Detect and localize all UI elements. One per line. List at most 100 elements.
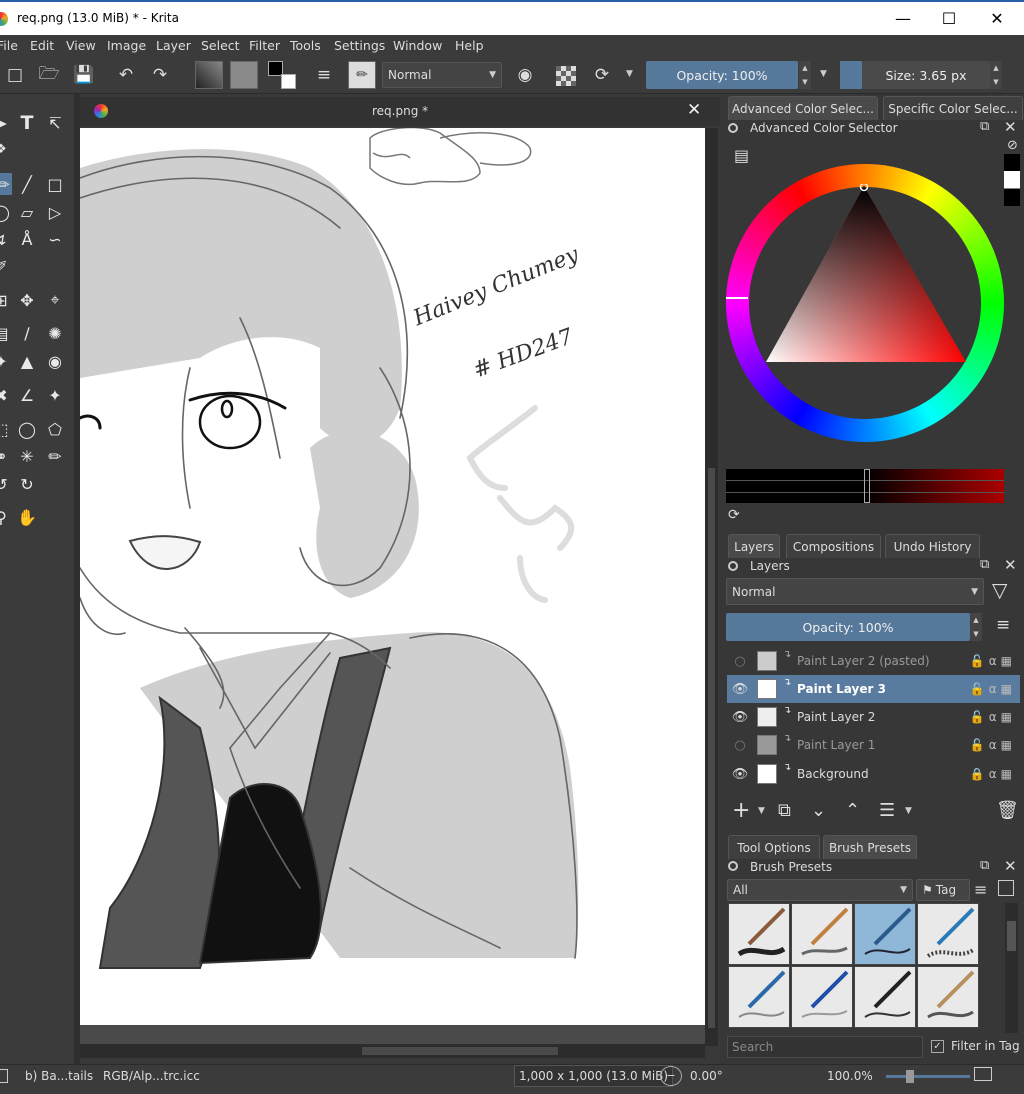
menu-image[interactable]: Image bbox=[107, 38, 146, 53]
opacity-slider[interactable]: Opacity: 100% bbox=[646, 61, 798, 89]
brush-preset-item[interactable] bbox=[917, 966, 979, 1028]
minimize-button[interactable]: — bbox=[880, 2, 926, 35]
rectangle-tool-icon[interactable]: □ bbox=[44, 173, 66, 195]
rotation-dial-icon[interactable]: − bbox=[660, 1066, 682, 1086]
layer-lock-alpha-icons[interactable]: 🔓α▦ bbox=[970, 738, 1016, 752]
horizontal-scrollbar[interactable] bbox=[80, 1044, 705, 1058]
brush-search-input[interactable]: Search bbox=[727, 1036, 923, 1058]
layer-row[interactable]: 👁 ↴ Paint Layer 2 🔓α▦ bbox=[727, 703, 1020, 731]
status-dimensions[interactable]: 1,000 x 1,000 (13.0 MiB) bbox=[514, 1065, 674, 1087]
smart-patch-icon[interactable]: ✺ bbox=[44, 322, 66, 344]
brush-preset-item[interactable] bbox=[917, 903, 979, 965]
crop-handles-icon[interactable]: ⊞ bbox=[0, 289, 12, 311]
eye-hidden-icon[interactable]: ○ bbox=[733, 654, 747, 669]
close-button[interactable]: ✕ bbox=[974, 2, 1020, 35]
float-panel-icon[interactable]: ⧉ bbox=[980, 557, 989, 572]
layer-row[interactable]: ○ ↴ Paint Layer 2 (pasted) 🔓α▦ bbox=[727, 647, 1020, 675]
brush-grid-scroll-thumb[interactable] bbox=[1007, 921, 1016, 951]
open-document-icon[interactable]: 🗁 bbox=[38, 64, 60, 86]
path-tool-icon[interactable]: Å bbox=[16, 228, 38, 250]
layer-lock-alpha-icons[interactable]: 🔒α▦ bbox=[970, 767, 1016, 781]
brush-preset-item[interactable] bbox=[728, 903, 790, 965]
pattern-swatch[interactable] bbox=[230, 61, 258, 89]
contiguous-select-icon[interactable]: ✳ bbox=[16, 445, 38, 467]
brush-settings-icon[interactable] bbox=[998, 880, 1014, 896]
bezier-select-icon[interactable]: ↺ bbox=[0, 473, 12, 495]
add-layer-icon[interactable]: + bbox=[732, 798, 750, 823]
gradient-swatch[interactable] bbox=[195, 61, 223, 89]
opacity-spin-buttons[interactable]: ▲ ▼ bbox=[799, 61, 811, 89]
brush-list-view-icon[interactable]: ≡ bbox=[974, 880, 987, 899]
tab-specific-color-selector[interactable]: Specific Color Selec... bbox=[883, 96, 1023, 120]
brush-preset-item[interactable] bbox=[854, 966, 916, 1028]
layer-row[interactable]: ○ ↴ Paint Layer 1 🔓α▦ bbox=[727, 731, 1020, 759]
move-layer-down-icon[interactable]: ⌄ bbox=[811, 800, 826, 821]
vertical-scrollbar[interactable] bbox=[705, 128, 718, 1046]
eye-visible-icon[interactable]: 👁 bbox=[732, 710, 749, 725]
assistant-icon[interactable]: ✖ bbox=[0, 384, 12, 406]
float-panel-icon[interactable]: ⧉ bbox=[980, 119, 989, 134]
polygon-select-icon[interactable]: ⬠ bbox=[44, 418, 66, 440]
float-panel-icon[interactable]: ⧉ bbox=[980, 858, 989, 873]
menu-select[interactable]: Select bbox=[201, 38, 240, 53]
menu-settings[interactable]: Settings bbox=[334, 38, 385, 53]
measure-tool-icon[interactable]: ∠ bbox=[16, 384, 38, 406]
layer-row[interactable]: 👁 ↴ Background 🔒α▦ bbox=[727, 760, 1020, 788]
chevron-down-icon[interactable]: ▼ bbox=[820, 69, 827, 79]
size-slider[interactable]: Size: 3.65 px bbox=[862, 61, 990, 89]
line-tool-icon[interactable]: ╱ bbox=[16, 173, 38, 195]
new-document-icon[interactable]: □ bbox=[4, 64, 26, 86]
background-color-swatch[interactable] bbox=[281, 74, 296, 89]
chevron-down-icon[interactable]: ▼ bbox=[758, 806, 765, 816]
outline-select-icon[interactable]: ⚭ bbox=[0, 445, 12, 467]
pan-tool-icon[interactable]: ✋ bbox=[16, 506, 38, 528]
freehand-brush-icon[interactable]: ✏ bbox=[0, 173, 12, 195]
magnetic-select-icon[interactable]: ↻ bbox=[16, 473, 38, 495]
select-shape-icon[interactable]: ➤ bbox=[0, 112, 12, 134]
move-tool-icon[interactable]: ✥ bbox=[16, 289, 38, 311]
alpha-lock-icon[interactable] bbox=[556, 66, 576, 86]
brush-grid-scrollbar[interactable] bbox=[1005, 903, 1018, 1033]
undo-icon[interactable]: ↶ bbox=[115, 64, 137, 86]
ellipse-tool-icon[interactable]: ◯ bbox=[0, 201, 12, 223]
menu-edit[interactable]: Edit bbox=[30, 38, 54, 53]
status-zoom[interactable]: 100.0% bbox=[827, 1069, 873, 1083]
drawing-canvas[interactable]: Haivey Chumey # HD247 bbox=[80, 128, 705, 1025]
tab-compositions[interactable]: Compositions bbox=[786, 534, 881, 558]
chevron-down-icon[interactable]: ▼ bbox=[905, 806, 912, 816]
brush-preset-item[interactable] bbox=[791, 966, 853, 1028]
clear-color-icon[interactable]: ⊘ bbox=[1007, 138, 1018, 153]
lock-icon[interactable] bbox=[728, 123, 738, 133]
status-colorspace[interactable]: RGB/Alp...trc.icc bbox=[103, 1069, 200, 1083]
enclose-fill-icon[interactable]: ◉ bbox=[44, 350, 66, 372]
close-document-icon[interactable]: ✕ bbox=[687, 100, 701, 120]
tab-advanced-color-selector[interactable]: Advanced Color Selec... bbox=[728, 96, 878, 120]
size-slider-fill[interactable] bbox=[840, 61, 862, 89]
tab-undo-history[interactable]: Undo History bbox=[885, 534, 980, 558]
menu-tools[interactable]: Tools bbox=[290, 38, 321, 53]
document-tab[interactable]: req.png * ✕ bbox=[80, 97, 720, 126]
layer-lock-alpha-icons[interactable]: 🔓α▦ bbox=[970, 710, 1016, 724]
layer-lock-alpha-icons[interactable]: 🔓α▦ bbox=[970, 682, 1016, 696]
color-picker-icon[interactable]: ∕ bbox=[16, 322, 38, 344]
menu-file[interactable]: File bbox=[0, 38, 18, 53]
delete-layer-icon[interactable]: 🗑 bbox=[996, 800, 1019, 821]
color-selector-settings-icon[interactable]: ▤ bbox=[734, 146, 749, 165]
brush-preset-item-selected[interactable] bbox=[854, 903, 916, 965]
polygon-tool-icon[interactable]: ▱ bbox=[16, 201, 38, 223]
brush-preset-item[interactable] bbox=[728, 966, 790, 1028]
move-layer-up-icon[interactable]: ⌃ bbox=[845, 800, 860, 821]
polyline-tool-icon[interactable]: ▷ bbox=[44, 201, 66, 223]
shade-selector[interactable] bbox=[726, 469, 1004, 503]
brush-settings-icon[interactable]: ≡ bbox=[313, 64, 335, 86]
layer-row-selected[interactable]: 👁 ↴ Paint Layer 3 🔓α▦ bbox=[727, 675, 1020, 703]
layer-properties-icon[interactable]: ☰ bbox=[879, 800, 895, 821]
eye-visible-icon[interactable]: 👁 bbox=[732, 682, 749, 697]
eye-visible-icon[interactable]: 👁 bbox=[732, 767, 749, 782]
eraser-icon[interactable]: ◉ bbox=[514, 64, 536, 86]
close-panel-icon[interactable]: ✕ bbox=[1004, 857, 1017, 875]
menu-layer[interactable]: Layer bbox=[156, 38, 191, 53]
status-rotation[interactable]: 0.00° bbox=[690, 1069, 723, 1083]
gradient-tool-icon[interactable]: ▤ bbox=[0, 322, 12, 344]
saturation-value-triangle[interactable] bbox=[760, 184, 972, 364]
